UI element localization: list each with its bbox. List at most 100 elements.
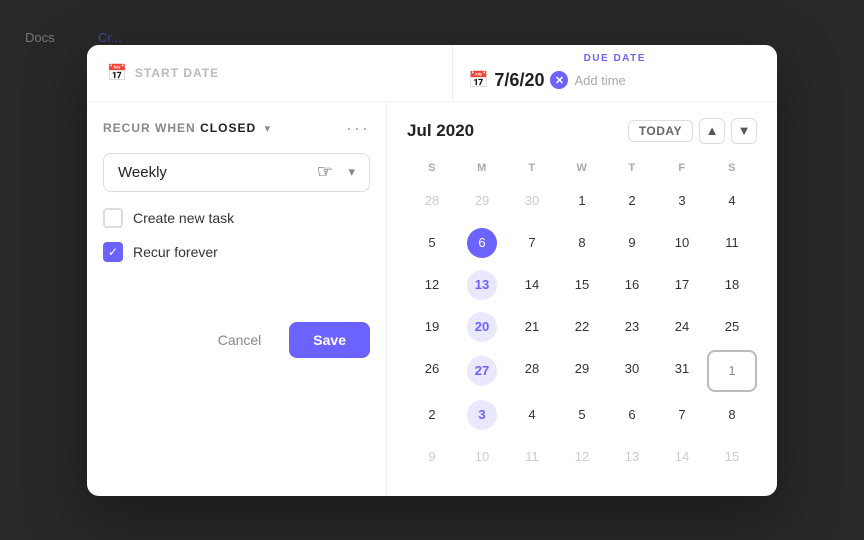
start-date-field[interactable]: 📅 START DATE <box>87 45 453 101</box>
calendar-cell-w4-d3[interactable]: 29 <box>557 350 607 392</box>
calendar-cell-w2-d5[interactable]: 17 <box>657 266 707 304</box>
recur-forever-label: Recur forever <box>133 244 218 260</box>
left-panel: RECUR WHEN CLOSED ▾ ··· Weekly ☞ ▾ Creat… <box>87 102 387 496</box>
due-date-value-row: 📅 7/6/20 ✕ Add time <box>453 64 778 101</box>
calendar-month-year: Jul 2020 <box>407 121 474 141</box>
calendar-cell-w3-d5[interactable]: 24 <box>657 308 707 346</box>
calendar-cell-w2-d3[interactable]: 15 <box>557 266 607 304</box>
recur-header: RECUR WHEN CLOSED ▾ ··· <box>103 118 370 139</box>
calendar-panel: Jul 2020 TODAY ▲ ▼ S M T W T F <box>387 102 777 496</box>
due-date-icon: 📅 <box>469 70 489 90</box>
calendar-cell-w1-d2[interactable]: 7 <box>507 224 557 262</box>
calendar-week-0: 2829301234 <box>407 182 757 220</box>
calendar-cell-w5-d5[interactable]: 7 <box>657 396 707 434</box>
modal: 📅 START DATE DUE DATE 📅 7/6/20 ✕ Add tim… <box>87 45 777 496</box>
calendar-cell-w3-d1[interactable]: 20 <box>467 312 497 342</box>
calendar-cell-w4-d6[interactable]: 1 <box>707 350 757 392</box>
calendar-cell-w1-d5[interactable]: 10 <box>657 224 707 262</box>
calendar-cell-w0-d3[interactable]: 1 <box>557 182 607 220</box>
calendar-cell-w3-d0[interactable]: 19 <box>407 308 457 346</box>
calendar-cell-w4-d2[interactable]: 28 <box>507 350 557 392</box>
calendar-cell-w0-d5[interactable]: 3 <box>657 182 707 220</box>
calendar-cell-w1-d1[interactable]: 6 <box>467 228 497 258</box>
calendar-cell-w2-d0[interactable]: 12 <box>407 266 457 304</box>
recur-frequency-dropdown[interactable]: Weekly ☞ ▾ <box>103 153 370 192</box>
create-task-label: Create new task <box>133 210 234 226</box>
day-name-sat: S <box>707 158 757 178</box>
calendar-cell-w1-d0[interactable]: 5 <box>407 224 457 262</box>
calendar-week-5: 2345678 <box>407 396 757 434</box>
calendar-cell-w4-d5[interactable]: 31 <box>657 350 707 392</box>
calendar-week-3: 19 20 2122232425 <box>407 308 757 346</box>
calendar-cell-w1-d4[interactable]: 9 <box>607 224 657 262</box>
day-name-tue: T <box>507 158 557 178</box>
modal-body: RECUR WHEN CLOSED ▾ ··· Weekly ☞ ▾ Creat… <box>87 102 777 496</box>
today-button[interactable]: TODAY <box>628 120 693 142</box>
calendar-cell-w3-d3[interactable]: 22 <box>557 308 607 346</box>
calendar-day-names: S M T W T F S <box>407 158 757 178</box>
recur-forever-checkbox-box[interactable]: ✓ <box>103 242 123 262</box>
save-button[interactable]: Save <box>289 322 370 358</box>
calendar-cell-w2-d1[interactable]: 13 <box>467 270 497 300</box>
calendar-cell-w5-d1[interactable]: 3 <box>467 400 497 430</box>
calendar-cell-w6-d6[interactable]: 15 <box>707 438 757 476</box>
calendar-cell-w5-d6[interactable]: 8 <box>707 396 757 434</box>
create-new-task-checkbox[interactable]: Create new task <box>103 208 370 228</box>
calendar-cell-w5-d3[interactable]: 5 <box>557 396 607 434</box>
cancel-button[interactable]: Cancel <box>202 322 278 358</box>
start-date-label: START DATE <box>135 66 219 80</box>
calendar-cell-w1-d6[interactable]: 11 <box>707 224 757 262</box>
calendar-header: Jul 2020 TODAY ▲ ▼ <box>407 118 757 144</box>
recur-label-part2: CLOSED <box>200 121 256 135</box>
calendar-cell-w0-d1[interactable]: 29 <box>457 182 507 220</box>
calendar-week-2: 12 13 1415161718 <box>407 266 757 304</box>
calendar-cell-w1-d3[interactable]: 8 <box>557 224 607 262</box>
more-options-button[interactable]: ··· <box>346 118 370 139</box>
recur-title: RECUR WHEN CLOSED ▾ <box>103 119 270 137</box>
calendar-cell-w4-d0[interactable]: 26 <box>407 350 457 392</box>
calendar-cell-w6-d3[interactable]: 12 <box>557 438 607 476</box>
calendar-cell-w2-d2[interactable]: 14 <box>507 266 557 304</box>
dropdown-value: Weekly <box>118 164 167 181</box>
calendar-navigation: TODAY ▲ ▼ <box>628 118 757 144</box>
calendar-cell-w3-d6[interactable]: 25 <box>707 308 757 346</box>
action-buttons: Cancel Save <box>103 322 370 358</box>
day-name-sun: S <box>407 158 457 178</box>
dropdown-arrow-icon: ▾ <box>348 164 355 180</box>
calendar-cell-w2-d4[interactable]: 16 <box>607 266 657 304</box>
calendar-cell-w5-d0[interactable]: 2 <box>407 396 457 434</box>
prev-month-button[interactable]: ▲ <box>699 118 725 144</box>
recur-forever-checkbox[interactable]: ✓ Recur forever <box>103 242 370 262</box>
calendar-cell-w3-d2[interactable]: 21 <box>507 308 557 346</box>
add-time-link[interactable]: Add time <box>574 73 625 88</box>
calendar-cell-w5-d4[interactable]: 6 <box>607 396 657 434</box>
day-name-fri: F <box>657 158 707 178</box>
calendar-cell-w4-d1[interactable]: 27 <box>467 356 497 386</box>
day-name-mon: M <box>457 158 507 178</box>
create-task-checkbox-box[interactable] <box>103 208 123 228</box>
modal-header: 📅 START DATE DUE DATE 📅 7/6/20 ✕ Add tim… <box>87 45 777 102</box>
calendar-cell-w6-d1[interactable]: 10 <box>457 438 507 476</box>
clear-due-date-button[interactable]: ✕ <box>550 71 568 89</box>
start-date-icon: 📅 <box>107 63 127 83</box>
calendar-cell-w6-d4[interactable]: 13 <box>607 438 657 476</box>
calendar-cell-w0-d0[interactable]: 28 <box>407 182 457 220</box>
cursor-icon: ☞ <box>317 162 333 183</box>
calendar-cell-w6-d0[interactable]: 9 <box>407 438 457 476</box>
recur-chevron-icon[interactable]: ▾ <box>265 123 271 135</box>
calendar-cell-w6-d2[interactable]: 11 <box>507 438 557 476</box>
calendar-cell-w0-d4[interactable]: 2 <box>607 182 657 220</box>
calendar-cell-w0-d2[interactable]: 30 <box>507 182 557 220</box>
calendar-cell-w2-d6[interactable]: 18 <box>707 266 757 304</box>
calendar-cell-w4-d4[interactable]: 30 <box>607 350 657 392</box>
day-name-wed: W <box>557 158 607 178</box>
calendar-week-1: 567891011 <box>407 224 757 262</box>
calendar-cell-w6-d5[interactable]: 14 <box>657 438 707 476</box>
calendar-cell-w0-d6[interactable]: 4 <box>707 182 757 220</box>
due-date-label: DUE DATE <box>453 45 778 64</box>
calendar-cell-w3-d4[interactable]: 23 <box>607 308 657 346</box>
calendar-weeks: 2829301234567891011121314151617181920212… <box>407 182 757 476</box>
calendar-grid: S M T W T F S 28293012345678910111213141… <box>407 158 757 476</box>
calendar-cell-w5-d2[interactable]: 4 <box>507 396 557 434</box>
next-month-button[interactable]: ▼ <box>731 118 757 144</box>
